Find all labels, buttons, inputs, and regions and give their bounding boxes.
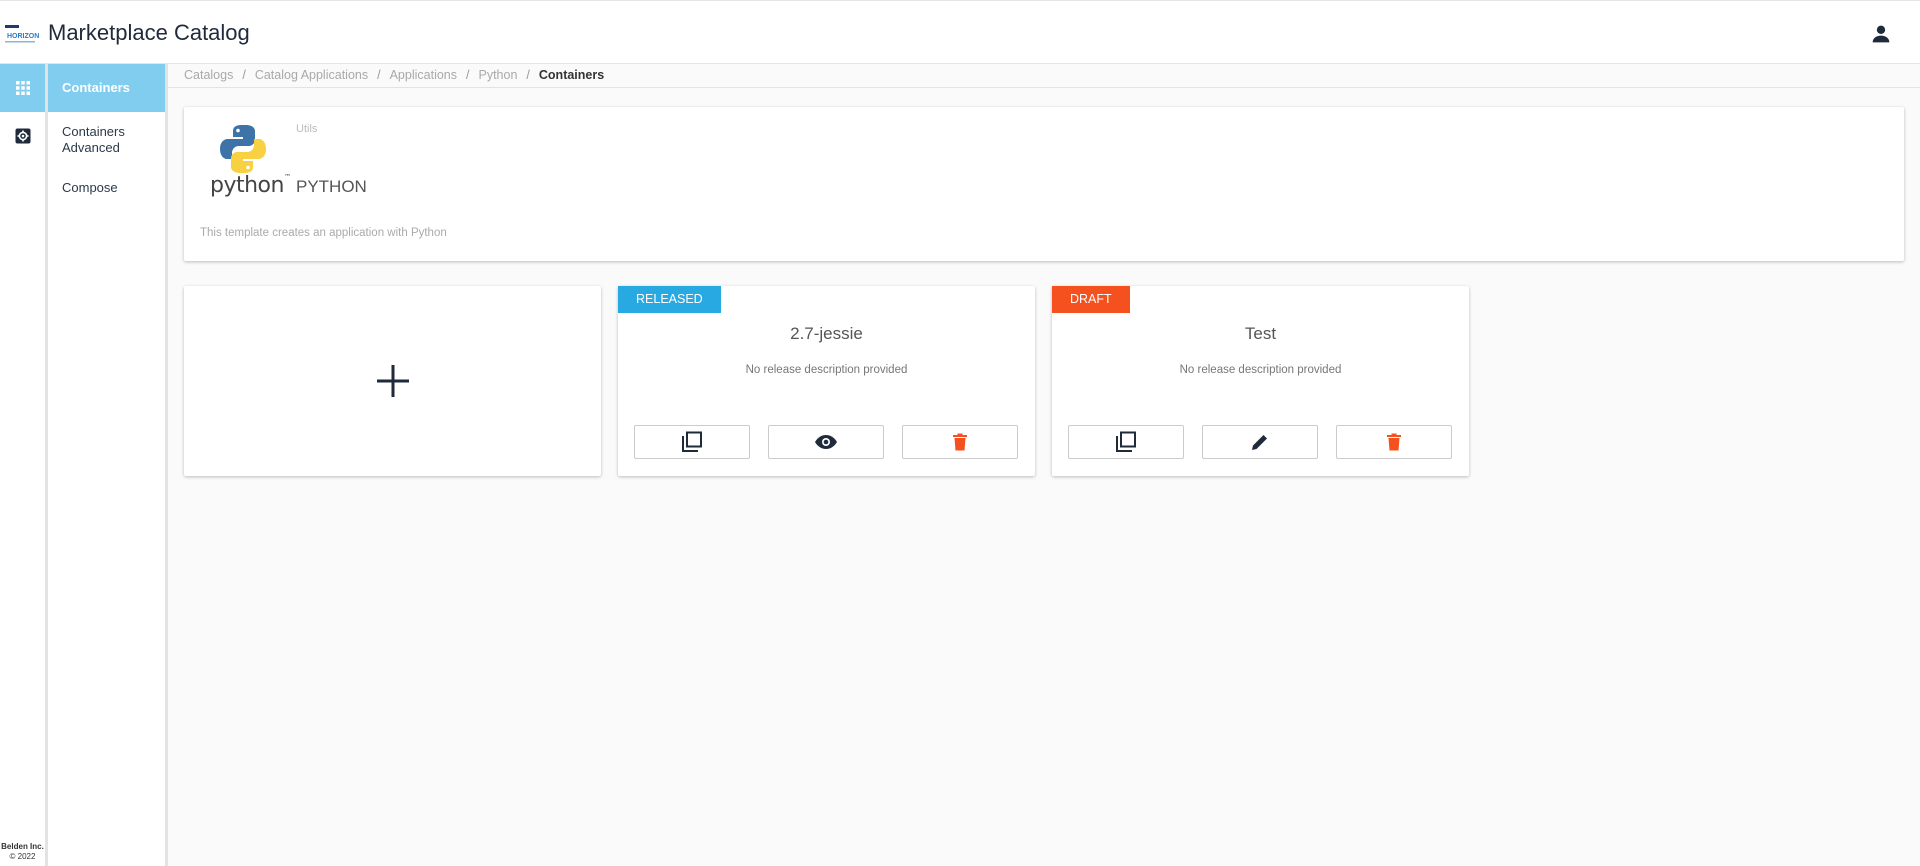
breadcrumb-item-catalog-applications[interactable]: Catalog Applications: [255, 68, 368, 82]
add-version-card[interactable]: [184, 286, 601, 476]
python-logo-text: python™: [210, 173, 291, 198]
breadcrumb-separator: /: [466, 68, 470, 82]
breadcrumb-item-applications[interactable]: Applications: [390, 68, 457, 82]
app-description: This template creates an application wit…: [200, 227, 447, 239]
version-title: Test: [1244, 324, 1277, 343]
copy-icon: [682, 431, 702, 452]
rail-footer: Belden Inc. © 2022: [0, 842, 45, 862]
sub-navigation: Containers Containers Advanced Compose: [48, 64, 168, 866]
version-title: 2.7-jessie: [790, 324, 863, 343]
pencil-icon: [1252, 435, 1267, 450]
status-badge: DRAFT: [1052, 286, 1130, 313]
app-title: Marketplace Catalog: [48, 20, 250, 45]
svg-text:HORIZON: HORIZON: [7, 33, 39, 40]
subnav-item-compose[interactable]: Compose: [48, 168, 165, 208]
icon-rail: Belden Inc. © 2022: [0, 64, 48, 866]
application-info-card: python™ Utils PYTHON This template creat…: [184, 107, 1904, 261]
plus-icon: [376, 365, 409, 397]
subnav-item-containers-advanced[interactable]: Containers Advanced: [48, 112, 146, 168]
version-description: No release description provided: [745, 364, 908, 376]
subnav-item-containers[interactable]: Containers: [48, 64, 165, 112]
grid-icon: [15, 81, 30, 95]
settings-icon: [15, 128, 30, 144]
version-card: DRAFT Test No release description provid…: [1052, 286, 1469, 476]
app-name: PYTHON: [296, 177, 367, 196]
breadcrumb-separator: /: [377, 68, 381, 82]
version-card: RELEASED 2.7-jessie No release descripti…: [618, 286, 1035, 476]
version-description: No release description provided: [1179, 364, 1342, 376]
trash-icon: [1387, 433, 1401, 451]
user-icon: [1872, 25, 1890, 43]
breadcrumb-separator: /: [242, 68, 246, 82]
edit-button[interactable]: [1202, 425, 1318, 459]
copy-icon: [1116, 431, 1136, 452]
delete-button[interactable]: [1336, 425, 1452, 459]
footer-company: Belden Inc.: [1, 842, 44, 851]
user-account-button[interactable]: [1868, 21, 1894, 47]
view-button[interactable]: [768, 425, 884, 459]
breadcrumb-item-catalogs[interactable]: Catalogs: [184, 68, 233, 82]
duplicate-button[interactable]: [634, 425, 750, 459]
rail-item-apps[interactable]: [0, 64, 45, 112]
rail-item-settings[interactable]: [0, 112, 45, 160]
breadcrumb: Catalogs / Catalog Applications / Applicatio…: [168, 64, 1920, 88]
trash-icon: [953, 433, 967, 451]
app-category: Utils: [296, 123, 318, 135]
horizon-logo: HORIZON: [5, 23, 41, 45]
breadcrumb-item-python[interactable]: Python: [478, 68, 517, 82]
status-badge: RELEASED: [618, 286, 721, 313]
footer-copyright: © 2022: [9, 852, 36, 861]
breadcrumb-current: Containers: [538, 68, 605, 82]
delete-button[interactable]: [902, 425, 1018, 459]
eye-icon: [815, 435, 837, 449]
top-header: HORIZON Marketplace Catalog: [0, 0, 1920, 64]
duplicate-button[interactable]: [1068, 425, 1184, 459]
breadcrumb-separator: /: [526, 68, 530, 82]
